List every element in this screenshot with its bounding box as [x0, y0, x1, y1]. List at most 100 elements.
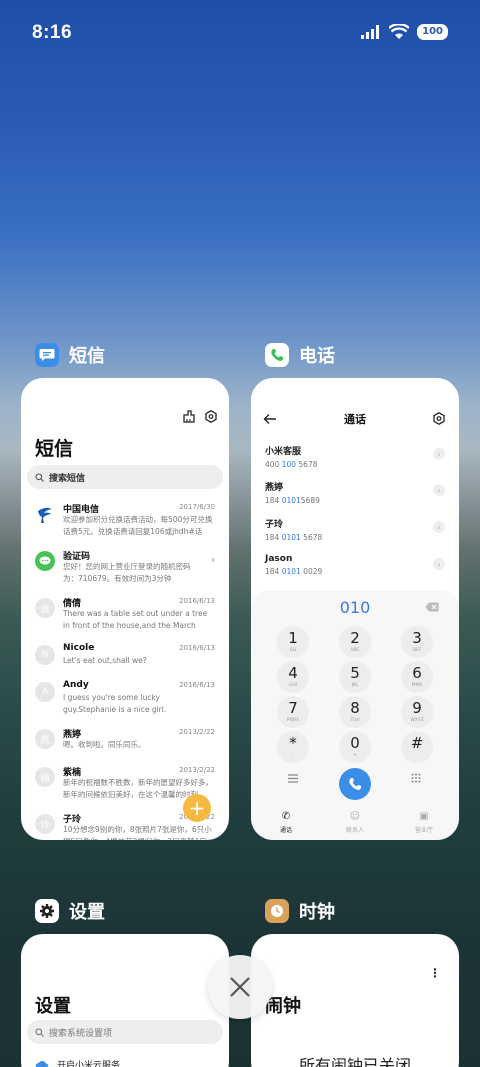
tab-service-hall[interactable]: ▣ 营业厅 — [404, 811, 444, 834]
message-item[interactable]: 倩 倩倩 2016/6/13 There was a table set out… — [35, 596, 215, 640]
contact-name: 燕婷 — [265, 483, 284, 493]
settings-icon[interactable] — [433, 412, 445, 425]
avatar: 燕 — [35, 729, 55, 749]
status-time: 8:16 — [32, 22, 73, 43]
chevron-right-icon[interactable]: › — [433, 484, 445, 496]
clock-app-icon — [265, 899, 289, 923]
call-button[interactable] — [339, 768, 371, 800]
message-preview: Let's eat out,shall we? — [63, 656, 147, 665]
telecom-logo-icon — [38, 507, 52, 523]
dialpad: 010 1 GU 2 ABC 3 DEF 4 GHI 5 JKL 6 MNO 7 PQRS 8… — [251, 590, 459, 840]
clock-app-card[interactable]: ⋮ 闹钟 所有闹钟已关闭 — [251, 934, 459, 1067]
message-preview: I guess you're some lucky guy.Stephanie … — [63, 693, 167, 714]
store-icon: ▣ — [419, 811, 429, 822]
contact-name: Jason — [265, 554, 293, 564]
phone-page-title: 通话 — [344, 413, 366, 426]
wifi-icon — [389, 24, 410, 39]
avatar: 楠 — [35, 767, 55, 787]
app-name-settings: 设置 — [69, 902, 105, 923]
search-icon — [35, 1027, 44, 1037]
phone-app-icon — [265, 343, 289, 367]
settings-app-card[interactable]: 设置 搜索系统设置项 开启小米云服务 — [21, 934, 229, 1067]
app-name-phone: 电话 — [299, 346, 335, 367]
app-header-settings[interactable]: 设置 — [35, 898, 105, 924]
status-bar: 8:16 100 — [32, 22, 448, 46]
clean-icon[interactable] — [183, 410, 195, 423]
sms-app-icon — [35, 343, 59, 367]
settings-icon[interactable] — [205, 410, 217, 423]
message-item[interactable]: A Andy 2016/6/13 I guess you're some luc… — [35, 680, 215, 724]
settings-page-title: 设置 — [35, 996, 71, 1017]
sms-app-card[interactable]: 短信 搜索短信 中国电信 2017/6/30 欢迎参加积分兑换话费活动，每500… — [21, 378, 229, 840]
contact-number: 184 0101 0029 — [265, 567, 323, 576]
chevron-right-icon[interactable]: › — [433, 521, 445, 533]
search-icon — [35, 472, 44, 482]
dial-key-4[interactable]: 4 GHI — [277, 661, 309, 693]
backspace-icon[interactable] — [425, 602, 439, 612]
dial-key-6[interactable]: 6 MNO — [401, 661, 433, 693]
contact-name: 小米客服 — [265, 447, 302, 457]
message-sender: Nicole — [63, 643, 95, 653]
message-date: 2013/2/22 — [179, 728, 215, 736]
message-date: 2016/6/13 — [179, 681, 215, 689]
contact-number: 400 100 5678 — [265, 460, 318, 469]
message-item[interactable]: 验证码 › 您好！您的网上营业厅登录的随机密码为：710679。有效时间为3分钟 — [35, 549, 215, 593]
clear-all-button[interactable] — [208, 955, 272, 1019]
phone-icon: ✆ — [281, 811, 291, 822]
new-message-button[interactable]: + — [183, 794, 211, 822]
dial-key-7[interactable]: 7 PQRS — [277, 696, 309, 728]
message-item[interactable]: 中国电信 2017/6/30 欢迎参加积分兑换话费活动，每500分可兑换话费5元… — [35, 502, 215, 546]
contact-row[interactable]: 子玲 184 0101 5678 › — [265, 517, 445, 547]
alarms-empty-text: 所有闹钟已关闭 — [298, 1056, 411, 1067]
contact-name: 子玲 — [265, 520, 284, 530]
phone-app-card[interactable]: 通话 小米客服 400 100 5678 › 燕婷 184 01015689 ›… — [251, 378, 459, 840]
settings-app-icon — [35, 899, 59, 923]
dial-key-9[interactable]: 9 WXYZ — [401, 696, 433, 728]
message-sender: Andy — [63, 680, 89, 690]
settings-search-placeholder: 搜索系统设置项 — [49, 1028, 113, 1039]
settings-item-mi-cloud[interactable]: 开启小米云服务 — [35, 1058, 120, 1067]
sms-search-input[interactable]: 搜索短信 — [27, 465, 223, 489]
app-name-clock: 时钟 — [299, 902, 335, 923]
settings-search-input[interactable]: 搜索系统设置项 — [27, 1020, 223, 1044]
avatar: 倩 — [35, 598, 55, 618]
dial-key-5[interactable]: 5 JKL — [339, 661, 371, 693]
contacts-icon: ☺ — [349, 811, 361, 822]
menu-icon[interactable] — [288, 774, 298, 783]
message-date: 2017/6/30 — [179, 503, 215, 511]
signal-icon — [361, 25, 380, 39]
dial-key-0[interactable]: 0 + — [339, 731, 371, 763]
sms-search-placeholder: 搜索短信 — [49, 473, 86, 484]
chevron-right-icon[interactable]: › — [433, 558, 445, 570]
phone-icon — [349, 778, 361, 790]
keypad-toggle-icon[interactable] — [411, 773, 421, 783]
avatar: 玲 — [35, 814, 55, 834]
app-header-sms[interactable]: 短信 — [35, 342, 105, 368]
chevron-right-icon[interactable]: › — [433, 448, 445, 460]
dial-key-2[interactable]: 2 ABC — [339, 626, 371, 658]
contact-number: 184 0101 5678 — [265, 533, 323, 542]
app-header-phone[interactable]: 电话 — [265, 342, 335, 368]
dial-key-8[interactable]: 8 TUV — [339, 696, 371, 728]
contact-number: 184 01015689 — [265, 496, 320, 505]
tab-contacts[interactable]: ☺ 联系人 — [335, 811, 375, 834]
more-options-icon[interactable]: ⋮ — [429, 966, 441, 980]
contact-row[interactable]: 燕婷 184 01015689 › — [265, 480, 445, 510]
cloud-icon — [35, 1060, 49, 1067]
dial-key-1[interactable]: 1 GU — [277, 626, 309, 658]
dial-key-star[interactable]: *, — [277, 731, 309, 763]
message-preview: 嗯。收到啦。同乐同乐。 — [63, 740, 146, 749]
dial-key-3[interactable]: 3 DEF — [401, 626, 433, 658]
contact-row[interactable]: Jason 184 0101 0029 › — [265, 554, 445, 584]
message-preview: There was a table set out under a tree i… — [63, 609, 208, 630]
dial-key-hash[interactable]: # — [401, 731, 433, 763]
message-bubble-icon — [35, 551, 55, 571]
tab-calls[interactable]: ✆ 通话 — [266, 811, 306, 834]
chevron-right-icon: › — [211, 555, 215, 566]
app-header-clock[interactable]: 时钟 — [265, 898, 335, 924]
app-name-sms: 短信 — [69, 346, 105, 367]
contact-row[interactable]: 小米客服 400 100 5678 › — [265, 444, 445, 474]
message-preview: 您好！您的网上营业厅登录的随机密码为：710679。有效时间为3分钟 — [63, 562, 191, 583]
avatar: A — [35, 682, 55, 702]
message-date: 2016/6/13 — [179, 644, 215, 652]
